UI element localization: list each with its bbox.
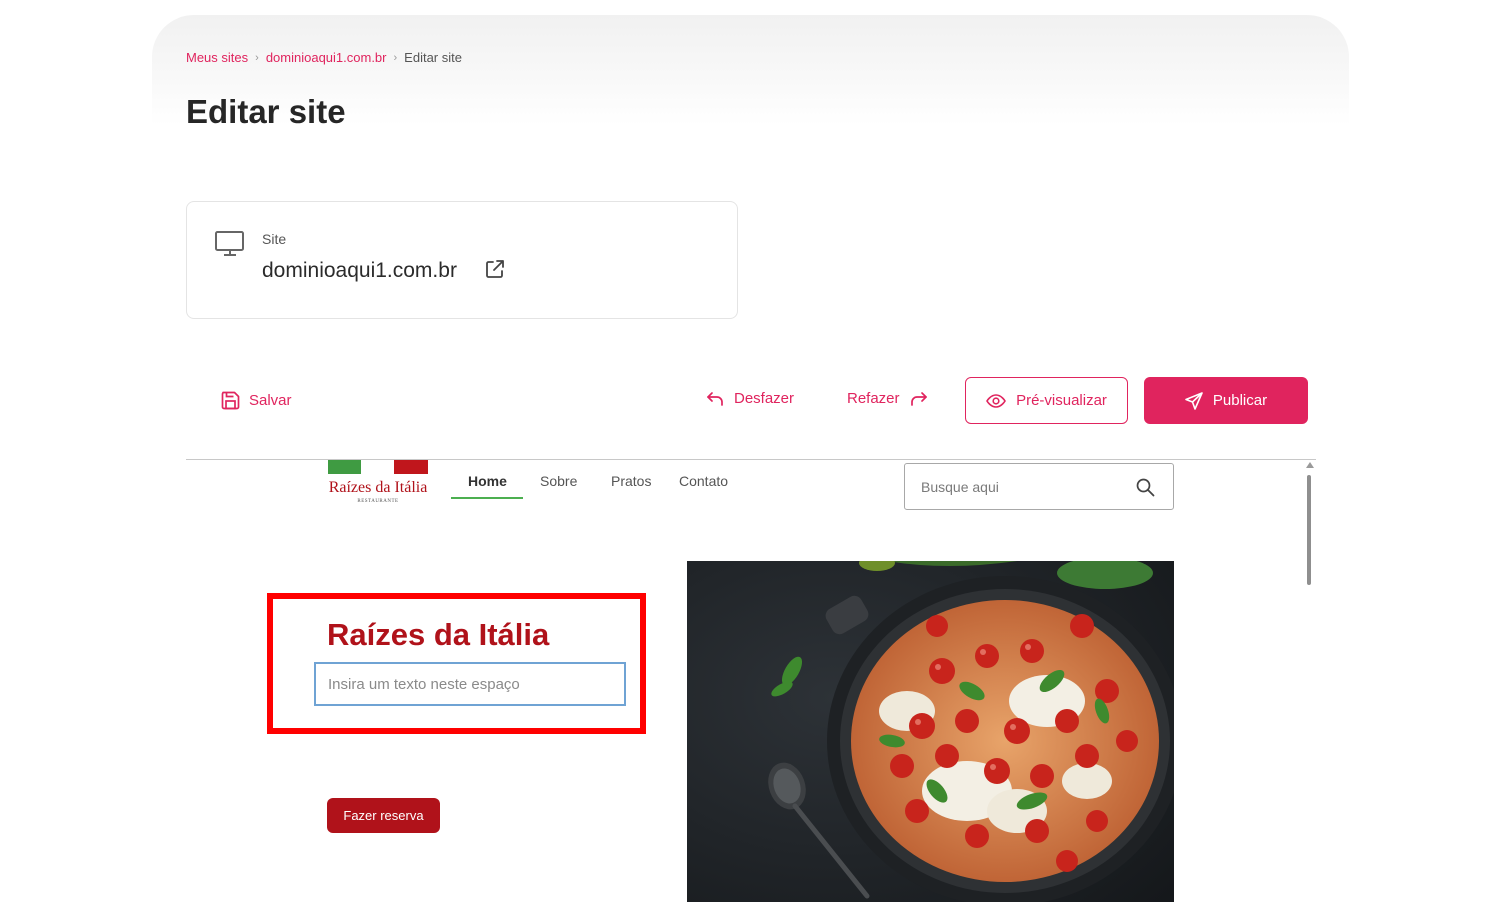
save-icon	[221, 391, 240, 410]
site-card: Site dominioaqui1.com.br	[186, 201, 738, 319]
external-link-icon[interactable]	[484, 258, 506, 280]
redo-label: Refazer	[847, 390, 900, 407]
publish-button[interactable]: Publicar	[1144, 377, 1308, 424]
site-search	[904, 463, 1174, 510]
save-label: Salvar	[249, 392, 292, 409]
search-icon[interactable]	[1136, 478, 1155, 497]
site-domain: dominioaqui1.com.br	[262, 259, 457, 282]
save-button[interactable]: Salvar	[220, 390, 292, 411]
chevron-right-icon: ›	[255, 51, 259, 64]
redo-icon	[910, 391, 927, 406]
nav-active-underline	[451, 497, 523, 499]
search-input[interactable]	[921, 478, 1121, 495]
breadcrumb-domain[interactable]: dominioaqui1.com.br	[266, 50, 387, 65]
pasta-illustration	[687, 561, 1174, 902]
eye-icon	[986, 393, 1006, 408]
scroll-thumb[interactable]	[1307, 475, 1311, 585]
breadcrumb: Meus sites › dominioaqui1.com.br › Edita…	[186, 50, 462, 65]
site-logo[interactable]: Raízes da Itália RESTAURANTE	[326, 460, 430, 508]
scroll-up-arrow-icon[interactable]	[1306, 462, 1314, 468]
nav-item-home[interactable]: Home	[468, 473, 507, 489]
reserve-button[interactable]: Fazer reserva	[327, 798, 440, 833]
publish-label: Publicar	[1212, 392, 1268, 409]
breadcrumb-current: Editar site	[404, 50, 462, 65]
preview-button[interactable]: Pré-visualizar	[965, 377, 1128, 424]
nav-item-contato[interactable]: Contato	[679, 473, 728, 489]
logo-subtitle: RESTAURANTE	[357, 499, 399, 504]
canvas-scrollbar[interactable]	[1305, 460, 1315, 919]
editor-canvas[interactable]: Raízes da Itália RESTAURANTE Home Sobre …	[186, 460, 1316, 919]
monitor-icon	[215, 231, 244, 256]
chevron-right-icon: ›	[393, 51, 398, 64]
undo-icon	[707, 391, 723, 406]
page-title: Editar site	[186, 93, 346, 130]
logo-name: Raízes da Itália	[328, 479, 428, 496]
undo-label: Desfazer	[734, 390, 795, 407]
send-icon	[1185, 391, 1203, 410]
nav-item-pratos[interactable]: Pratos	[611, 473, 651, 489]
logo-flag-green	[328, 460, 361, 474]
redo-button[interactable]: Refazer	[847, 390, 928, 407]
undo-button[interactable]: Desfazer	[706, 390, 794, 407]
site-label: Site	[262, 231, 287, 247]
preview-label: Pré-visualizar	[1016, 392, 1107, 409]
pasta-dish-image[interactable]	[687, 561, 1174, 902]
highlight-annotation	[267, 593, 646, 734]
nav-item-sobre[interactable]: Sobre	[540, 473, 577, 489]
breadcrumb-meus-sites[interactable]: Meus sites	[186, 50, 248, 65]
logo-flag-red	[394, 460, 428, 474]
